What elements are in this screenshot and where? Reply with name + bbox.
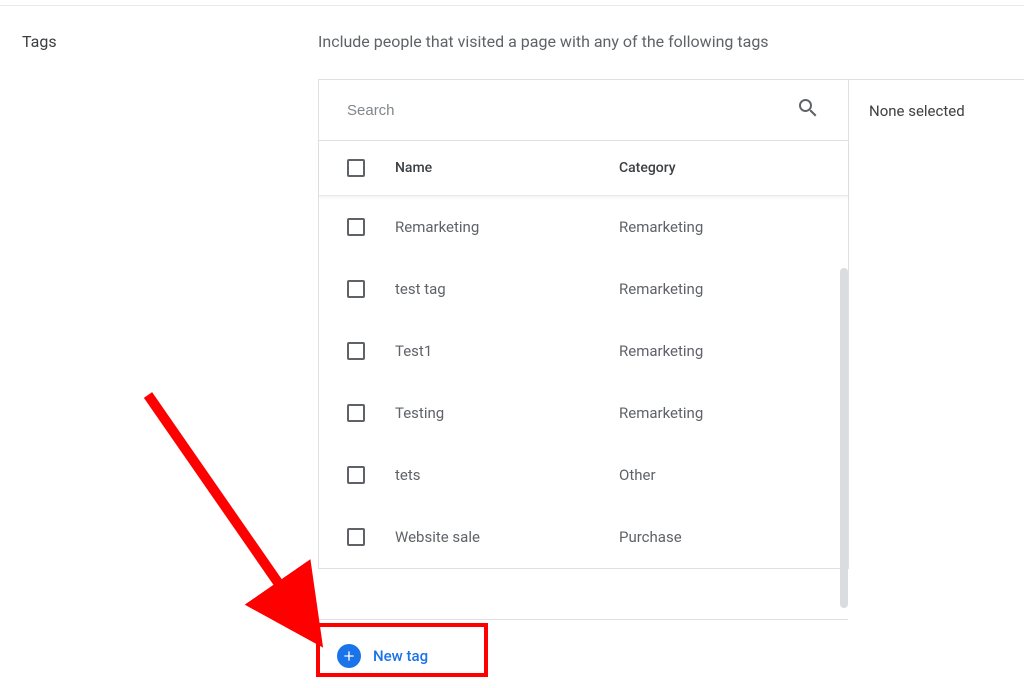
selected-panel: None selected bbox=[848, 79, 1024, 569]
column-name[interactable]: Name bbox=[395, 160, 619, 176]
table-body: RemarketingRemarketingtest tagRemarketin… bbox=[319, 196, 848, 568]
scrollbar-thumb[interactable] bbox=[840, 268, 848, 608]
row-checkbox[interactable] bbox=[347, 280, 365, 298]
search-input[interactable] bbox=[347, 102, 796, 119]
row-name: Remarketing bbox=[395, 218, 619, 236]
row-name: Test1 bbox=[395, 342, 619, 360]
search-icon[interactable] bbox=[796, 96, 820, 124]
table-row[interactable]: test tagRemarketing bbox=[319, 258, 848, 320]
column-category[interactable]: Category bbox=[619, 160, 820, 176]
row-category: Remarketing bbox=[619, 404, 820, 422]
row-category: Purchase bbox=[619, 528, 820, 546]
row-name: Testing bbox=[395, 404, 619, 422]
tags-list-panel: Name Category RemarketingRemarketingtest… bbox=[318, 79, 848, 569]
row-checkbox[interactable] bbox=[347, 218, 365, 236]
table-row[interactable]: Test1Remarketing bbox=[319, 320, 848, 382]
table-row[interactable]: tetsOther bbox=[319, 444, 848, 506]
row-category: Remarketing bbox=[619, 342, 820, 360]
row-name: tets bbox=[395, 466, 619, 484]
search-row bbox=[319, 80, 848, 141]
new-tag-button[interactable]: New tag bbox=[327, 636, 438, 676]
table-header: Name Category bbox=[319, 141, 848, 196]
table-row[interactable]: RemarketingRemarketing bbox=[319, 196, 848, 258]
new-tag-label: New tag bbox=[373, 647, 428, 665]
row-name: test tag bbox=[395, 280, 619, 298]
row-name: Website sale bbox=[395, 528, 619, 546]
selected-count-label: None selected bbox=[869, 102, 965, 120]
row-checkbox[interactable] bbox=[347, 404, 365, 422]
list-bottom-border bbox=[318, 619, 848, 620]
section-description: Include people that visited a page with … bbox=[318, 32, 1024, 51]
table-row[interactable]: Website salePurchase bbox=[319, 506, 848, 568]
row-category: Other bbox=[619, 466, 820, 484]
row-checkbox[interactable] bbox=[347, 466, 365, 484]
table-row[interactable]: TestingRemarketing bbox=[319, 382, 848, 444]
section-label: Tags bbox=[0, 32, 318, 569]
select-all-checkbox[interactable] bbox=[347, 159, 365, 177]
row-checkbox[interactable] bbox=[347, 528, 365, 546]
row-checkbox[interactable] bbox=[347, 342, 365, 360]
row-category: Remarketing bbox=[619, 280, 820, 298]
row-category: Remarketing bbox=[619, 218, 820, 236]
plus-icon bbox=[337, 644, 361, 668]
